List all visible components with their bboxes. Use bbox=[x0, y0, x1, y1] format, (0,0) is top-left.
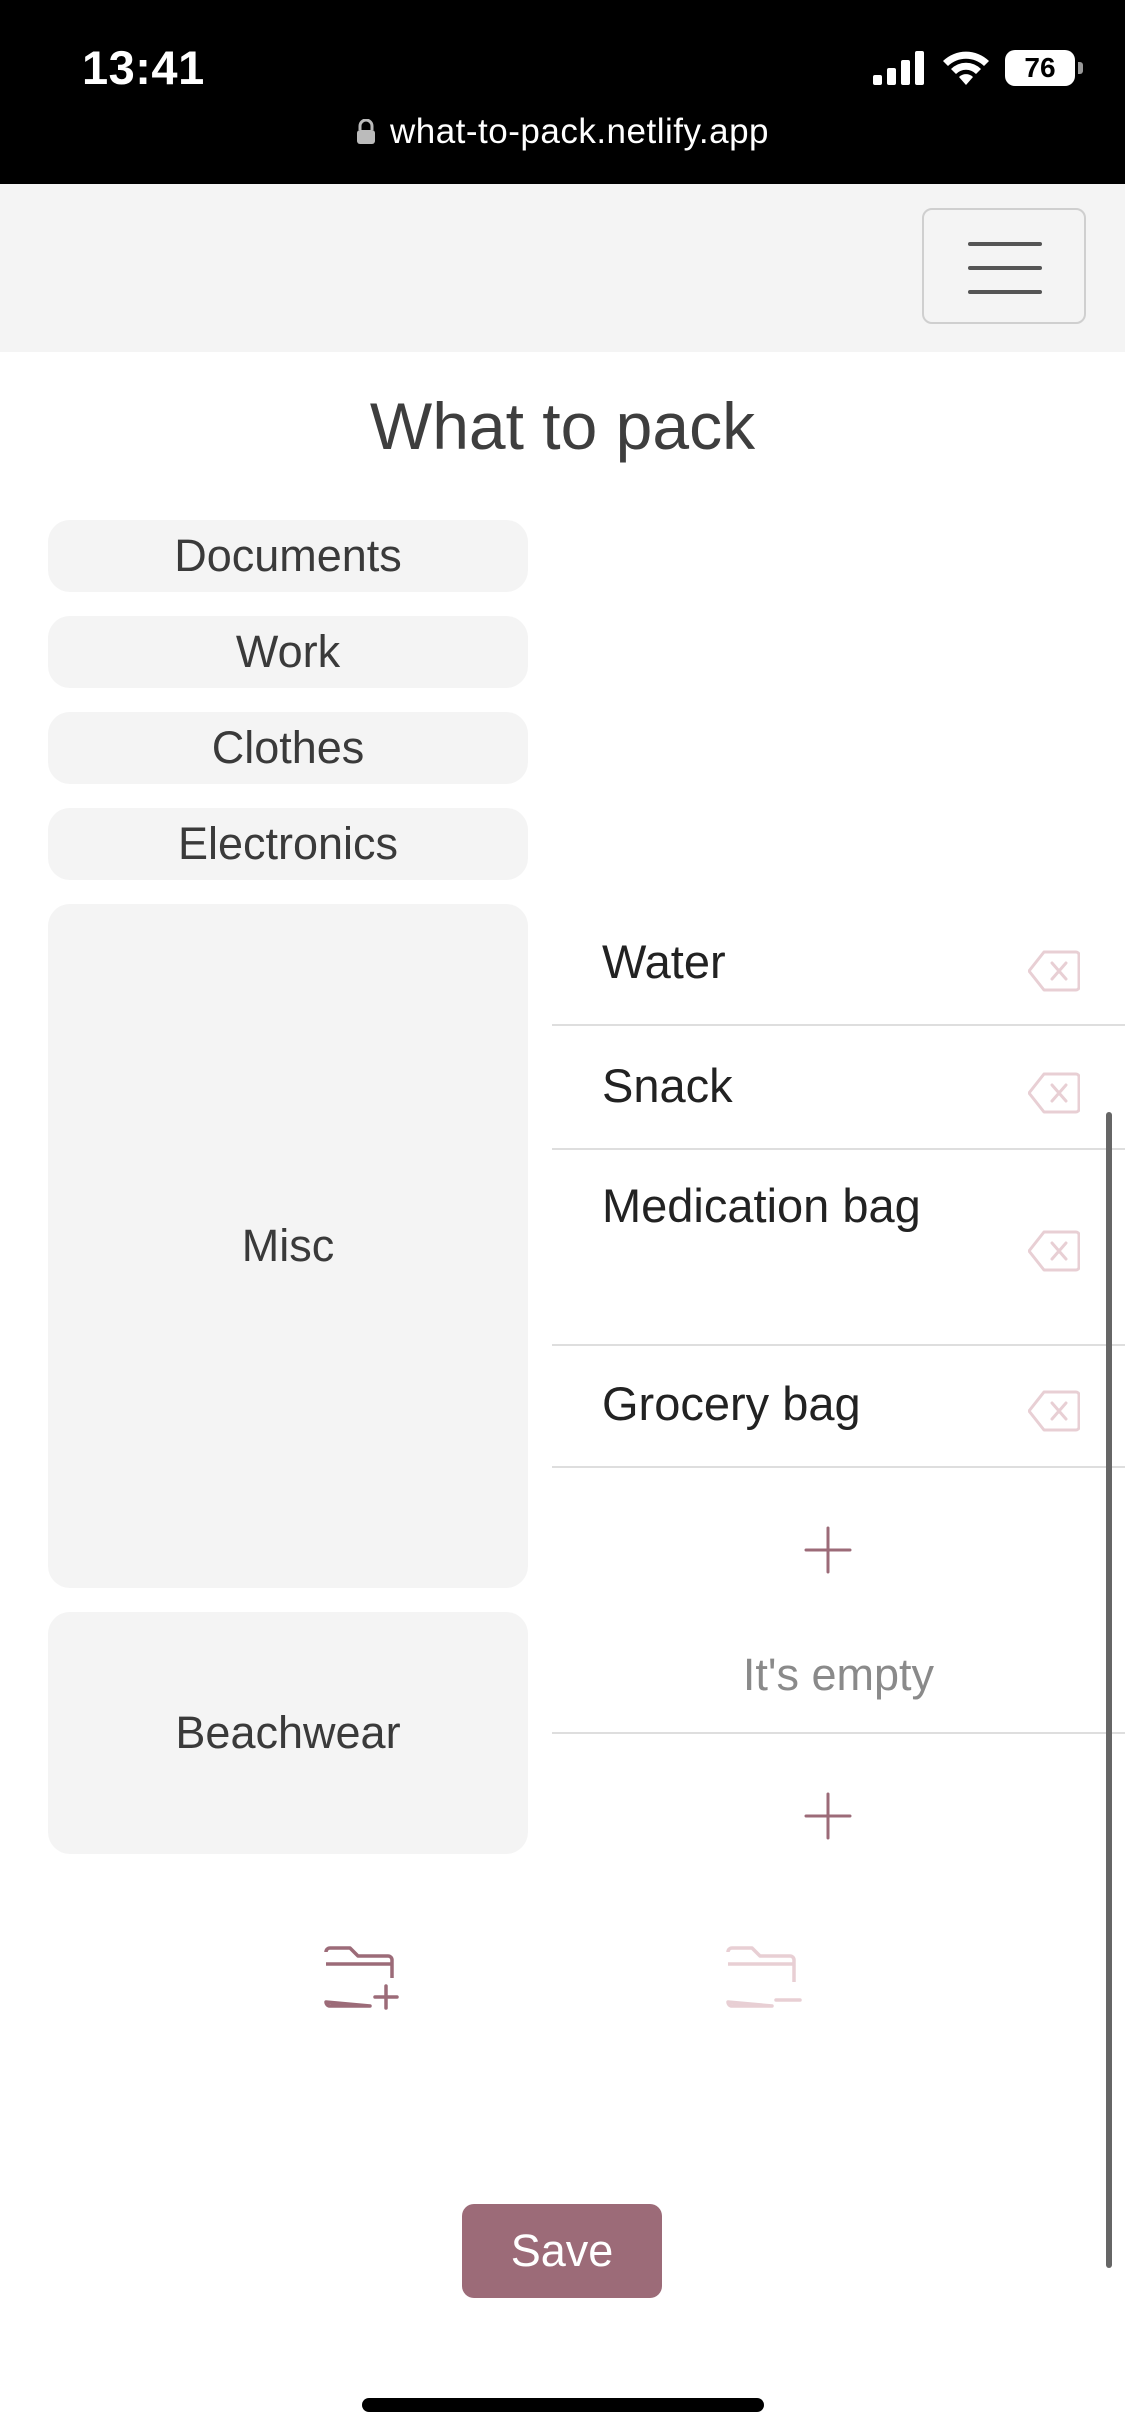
signal-icon bbox=[873, 51, 924, 85]
wifi-icon bbox=[943, 51, 989, 85]
backspace-delete-icon[interactable] bbox=[1028, 950, 1080, 992]
status-time: 13:41 bbox=[82, 41, 205, 94]
category-electronics[interactable]: Electronics bbox=[48, 808, 528, 880]
battery-icon: 76 bbox=[1005, 50, 1083, 86]
category-work[interactable]: Work bbox=[48, 616, 528, 688]
backspace-delete-icon[interactable] bbox=[1028, 1390, 1080, 1432]
add-item-icon[interactable] bbox=[800, 1788, 856, 1844]
category-clothes[interactable]: Clothes bbox=[48, 712, 528, 784]
save-button[interactable]: Save bbox=[462, 2204, 662, 2298]
status-icons: 76 bbox=[873, 46, 1083, 90]
list-item: Grocery bag bbox=[552, 1346, 1125, 1468]
add-item-icon[interactable] bbox=[800, 1522, 856, 1578]
item-label[interactable]: Medication bag bbox=[602, 1170, 932, 1242]
navbar bbox=[0, 184, 1125, 352]
list-item: Snack bbox=[552, 1026, 1125, 1150]
list-item: Medication bag bbox=[552, 1150, 1125, 1346]
hamburger-menu-button[interactable] bbox=[922, 208, 1086, 324]
empty-state: It's empty bbox=[552, 1616, 1125, 1734]
lock-icon bbox=[356, 119, 375, 144]
scrollbar[interactable] bbox=[1106, 1112, 1112, 2268]
home-indicator[interactable] bbox=[362, 2398, 764, 2412]
status-bar: 13:41 76 what-to-pack.netlify.app bbox=[0, 0, 1125, 184]
hamburger-line bbox=[968, 290, 1042, 294]
backspace-delete-icon[interactable] bbox=[1028, 1072, 1080, 1114]
folder-remove-icon bbox=[726, 1946, 802, 2008]
list-item: Water bbox=[552, 904, 1125, 1026]
category-documents[interactable]: Documents bbox=[48, 520, 528, 592]
category-misc[interactable]: Misc bbox=[48, 904, 528, 1588]
item-label[interactable]: Water bbox=[602, 926, 932, 998]
page-title: What to pack bbox=[369, 389, 756, 463]
url-text: what-to-pack.netlify.app bbox=[389, 112, 770, 151]
item-label[interactable]: Snack bbox=[602, 1050, 932, 1122]
folder-add-icon[interactable] bbox=[322, 1942, 402, 2012]
hamburger-line bbox=[968, 242, 1042, 246]
backspace-delete-icon[interactable] bbox=[1028, 1230, 1080, 1272]
url-bar[interactable]: what-to-pack.netlify.app bbox=[0, 112, 1125, 152]
category-beachwear[interactable]: Beachwear bbox=[48, 1612, 528, 1854]
hamburger-line bbox=[968, 266, 1042, 270]
item-label[interactable]: Grocery bag bbox=[602, 1368, 932, 1440]
